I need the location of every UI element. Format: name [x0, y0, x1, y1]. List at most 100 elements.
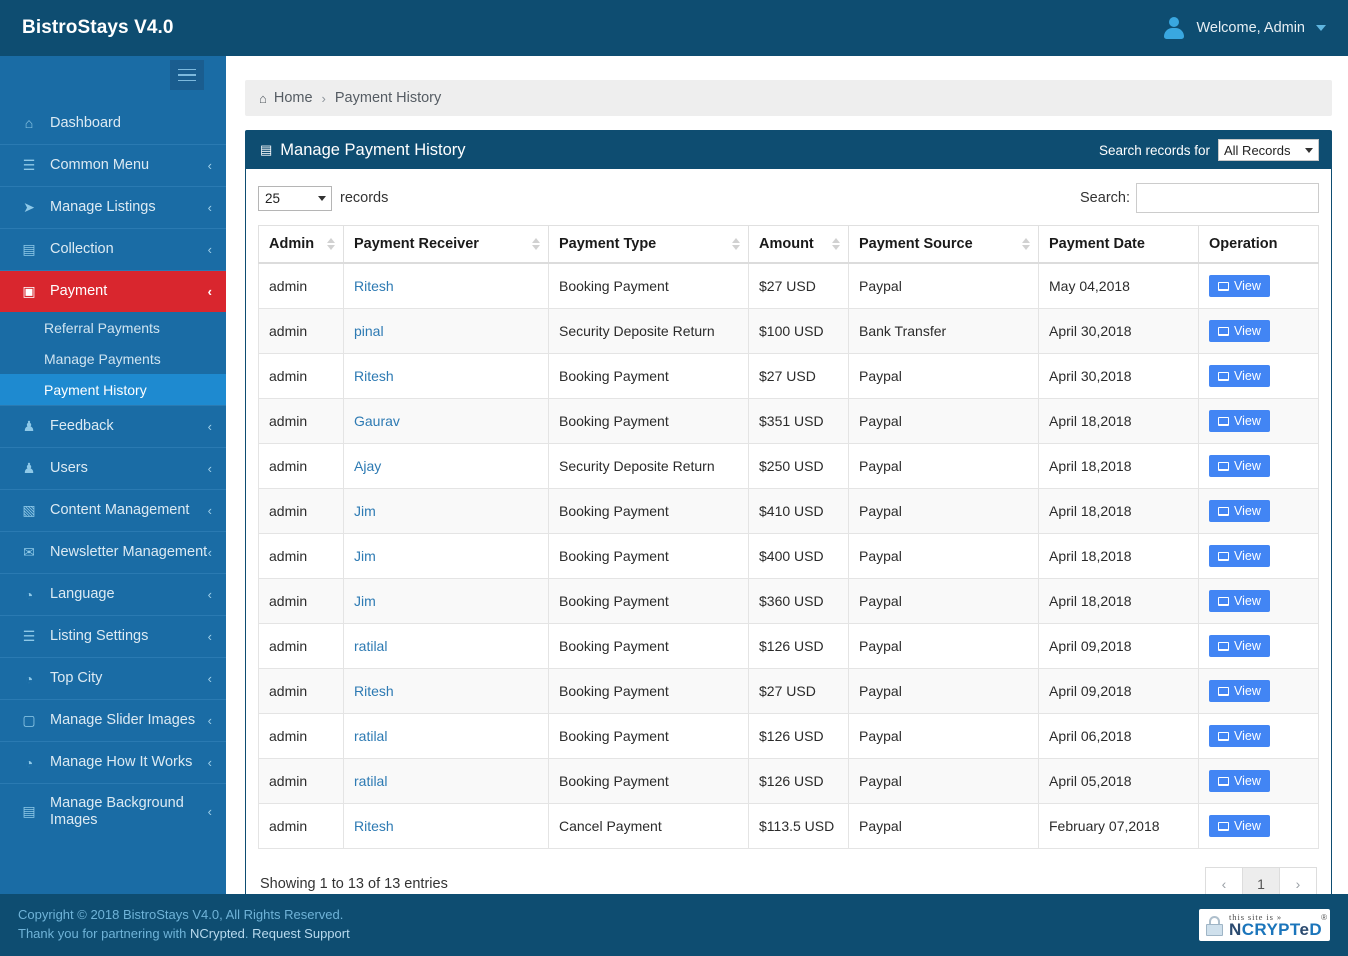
- payment-receiver-link[interactable]: ratilal: [354, 638, 387, 654]
- monitor-icon: [1218, 821, 1229, 831]
- view-button[interactable]: View: [1209, 455, 1270, 477]
- sidebar-item-newsletter-management[interactable]: ✉ Newsletter Management ‹: [0, 531, 226, 573]
- sidebar-item-dashboard[interactable]: ⌂ Dashboard: [0, 102, 226, 144]
- sidebar-item-users[interactable]: ♟ Users ‹: [0, 447, 226, 489]
- payment-receiver-link[interactable]: Ritesh: [354, 368, 394, 384]
- view-button[interactable]: View: [1209, 635, 1270, 657]
- panel-title: ▤ Manage Payment History: [260, 141, 466, 160]
- ncrypted-link[interactable]: NCrypted: [190, 926, 245, 941]
- chevron-left-icon: ‹: [207, 804, 212, 819]
- cell-payment-source: Paypal: [848, 623, 1039, 669]
- cell-payment-source: Paypal: [848, 262, 1039, 309]
- monitor-icon: [1218, 776, 1229, 786]
- monitor-icon: [1218, 416, 1229, 426]
- sidebar-item-collection[interactable]: ▤ Collection ‹: [0, 228, 226, 270]
- view-button[interactable]: View: [1209, 275, 1270, 297]
- payment-receiver-link[interactable]: ratilal: [354, 728, 387, 744]
- search-records-select[interactable]: All Records: [1218, 139, 1319, 161]
- view-button[interactable]: View: [1209, 680, 1270, 702]
- sort-arrows-icon: [532, 238, 540, 250]
- submenu-item-referral-payments[interactable]: Referral Payments: [0, 312, 226, 343]
- payment-receiver-link[interactable]: Ritesh: [354, 683, 394, 699]
- cell-payment-source: Paypal: [848, 803, 1039, 849]
- payment-receiver-link[interactable]: Jim: [354, 503, 376, 519]
- cell-payment-source: Paypal: [848, 488, 1039, 534]
- money-icon: ▣: [22, 283, 36, 299]
- payment-receiver-link[interactable]: Jim: [354, 548, 376, 564]
- user-welcome-label: Welcome, Admin: [1196, 20, 1305, 36]
- payment-receiver-link[interactable]: Ajay: [354, 458, 381, 474]
- sidebar-item-language[interactable]: ◔ Language ‹: [0, 573, 226, 615]
- page-footer: Copyright © 2018 BistroStays V4.0, All R…: [0, 894, 1348, 956]
- breadcrumb-home[interactable]: Home: [274, 90, 313, 106]
- panel-header-controls: Search records for All Records: [1099, 139, 1319, 161]
- cell-amount: $27 USD: [748, 353, 849, 399]
- badge-name: NCRYPTeD: [1229, 921, 1322, 938]
- table-body: admin Ritesh Booking Payment $27 USD Paypal M…: [258, 262, 1319, 849]
- view-button[interactable]: View: [1209, 320, 1270, 342]
- ncrypted-badge[interactable]: this site is » NCRYPTeD ®: [1199, 908, 1330, 942]
- cell-payment-date: May 04,2018: [1038, 262, 1199, 309]
- table-row: admin ratilal Booking Payment $126 USD Paypa…: [258, 623, 1319, 669]
- view-button[interactable]: View: [1209, 590, 1270, 612]
- sidebar-item-label: Top City: [50, 670, 103, 687]
- cell-payment-source: Paypal: [848, 713, 1039, 759]
- payment-receiver-link[interactable]: Ritesh: [354, 818, 394, 834]
- sidebar-item-common-menu[interactable]: ☰ Common Menu ‹: [0, 144, 226, 186]
- column-header-label: Payment Type: [559, 236, 657, 252]
- sidebar-item-content-management[interactable]: ▧ Content Management ‹: [0, 489, 226, 531]
- payment-receiver-link[interactable]: ratilal: [354, 773, 387, 789]
- page-length-select[interactable]: 25: [258, 185, 332, 211]
- breadcrumb-separator: ›: [321, 90, 326, 106]
- column-header-admin[interactable]: Admin: [258, 225, 344, 264]
- partner-prefix: Thank you for partnering with: [18, 926, 190, 941]
- sidebar-item-payment[interactable]: ▣ Payment ‹: [0, 270, 226, 312]
- view-button[interactable]: View: [1209, 815, 1270, 837]
- search-input[interactable]: [1136, 183, 1319, 213]
- view-button-label: View: [1234, 684, 1261, 698]
- monitor-icon: [1218, 686, 1229, 696]
- column-header-payment-receiver[interactable]: Payment Receiver: [343, 225, 549, 264]
- view-button[interactable]: View: [1209, 410, 1270, 432]
- user-menu[interactable]: Welcome, Admin: [1161, 15, 1348, 41]
- submenu-item-payment-history[interactable]: Payment History: [0, 374, 226, 405]
- payment-receiver-link[interactable]: Ritesh: [354, 278, 394, 294]
- hamburger-menu-icon[interactable]: [170, 60, 204, 90]
- sidebar-item-manage-listings[interactable]: ➤ Manage Listings ‹: [0, 186, 226, 228]
- sidebar-item-manage-how-it-works[interactable]: ◔ Manage How It Works ‹: [0, 741, 226, 783]
- sidebar-item-manage-slider-images[interactable]: ▢ Manage Slider Images ‹: [0, 699, 226, 741]
- home-icon: ⌂: [259, 90, 267, 106]
- cell-admin: admin: [258, 398, 344, 444]
- sidebar-item-feedback[interactable]: ♟ Feedback ‹: [0, 405, 226, 447]
- app-brand: BistroStays V4.0: [22, 17, 174, 38]
- search-label: Search:: [1080, 190, 1130, 206]
- column-header-payment-type[interactable]: Payment Type: [548, 225, 749, 264]
- breadcrumb: ⌂ Home › Payment History: [245, 80, 1332, 116]
- cell-payment-receiver: Jim: [343, 488, 549, 534]
- submenu-item-manage-payments[interactable]: Manage Payments: [0, 343, 226, 374]
- view-button[interactable]: View: [1209, 545, 1270, 567]
- sidebar-item-listing-settings[interactable]: ☰ Listing Settings ‹: [0, 615, 226, 657]
- payment-receiver-link[interactable]: Jim: [354, 593, 376, 609]
- view-button-label: View: [1234, 369, 1261, 383]
- cell-payment-type: Cancel Payment: [548, 803, 749, 849]
- payment-receiver-link[interactable]: Gaurav: [354, 413, 400, 429]
- cell-payment-receiver: Jim: [343, 533, 549, 579]
- cell-admin: admin: [258, 262, 344, 309]
- payment-receiver-link[interactable]: pinal: [354, 323, 384, 339]
- view-button[interactable]: View: [1209, 500, 1270, 522]
- column-header-payment-source[interactable]: Payment Source: [848, 225, 1039, 264]
- request-support-link[interactable]: Request Support: [252, 926, 350, 941]
- sidebar-item-manage-background-images[interactable]: ▤ Manage Background Images ‹: [0, 783, 226, 839]
- view-button[interactable]: View: [1209, 770, 1270, 792]
- users-icon: ♟: [22, 460, 36, 476]
- sidebar-item-top-city[interactable]: ◔ Top City ‹: [0, 657, 226, 699]
- sidebar-item-label: Collection: [50, 241, 114, 258]
- payment-submenu: Referral Payments Manage Payments Payment …: [0, 312, 226, 405]
- cell-amount: $250 USD: [748, 443, 849, 489]
- view-button[interactable]: View: [1209, 365, 1270, 387]
- column-header-amount[interactable]: Amount: [748, 225, 849, 264]
- view-button[interactable]: View: [1209, 725, 1270, 747]
- cell-amount: $410 USD: [748, 488, 849, 534]
- cell-operation: View: [1198, 713, 1319, 759]
